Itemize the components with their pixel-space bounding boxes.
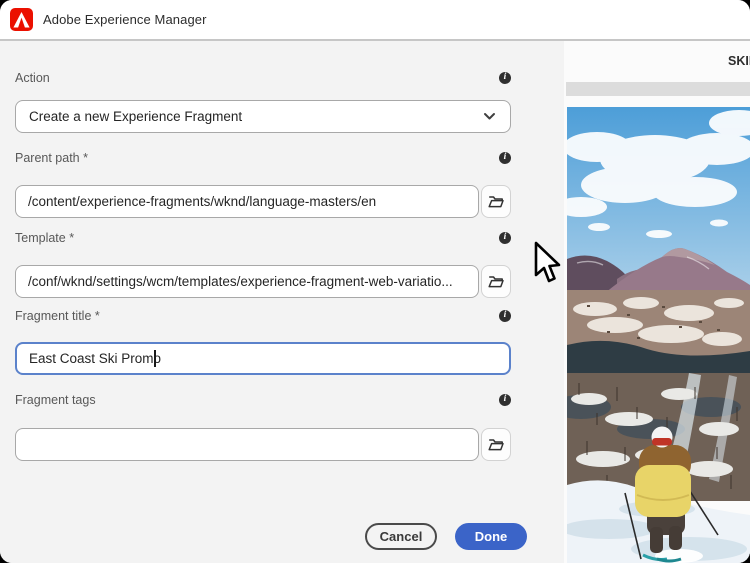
- create-fragment-dialog: Action i Create a new Experience Fragmen…: [0, 41, 564, 563]
- fragment-tags-input[interactable]: [15, 428, 479, 461]
- folder-open-icon: [488, 275, 504, 289]
- app-window: SKIING: [0, 0, 750, 563]
- text-caret: [154, 350, 156, 367]
- folder-open-icon: [488, 438, 504, 452]
- action-select-value: Create a new Experience Fragment: [29, 109, 242, 124]
- mouse-cursor: [533, 241, 561, 285]
- fragment-tags-picker-button[interactable]: [481, 428, 511, 461]
- fragment-tags-label: Fragment tags: [15, 393, 96, 407]
- action-label: Action: [15, 71, 50, 85]
- info-icon[interactable]: i: [499, 310, 511, 322]
- template-input[interactable]: [15, 265, 479, 298]
- chevron-down-icon: [483, 112, 496, 121]
- folder-open-icon: [488, 195, 504, 209]
- page-heading: SKIING: [728, 54, 750, 68]
- template-picker-button[interactable]: [481, 265, 511, 298]
- ski-scene-illustration: [567, 107, 750, 563]
- fragment-title-input[interactable]: [15, 342, 511, 375]
- ski-hero-photo: [567, 107, 750, 563]
- app-title: Adobe Experience Manager: [43, 12, 207, 27]
- fragment-title-label: Fragment title *: [15, 309, 100, 323]
- parent-path-picker-button[interactable]: [481, 185, 511, 218]
- info-icon[interactable]: i: [499, 152, 511, 164]
- action-select[interactable]: Create a new Experience Fragment: [15, 100, 511, 133]
- background-page: SKIING: [564, 41, 750, 563]
- top-bar: Adobe Experience Manager: [0, 0, 750, 41]
- parent-path-input[interactable]: [15, 185, 479, 218]
- parent-path-label: Parent path *: [15, 151, 88, 165]
- adobe-logo-icon: [10, 8, 33, 31]
- done-button[interactable]: Done: [455, 523, 527, 550]
- info-icon[interactable]: i: [499, 72, 511, 84]
- cancel-button[interactable]: Cancel: [365, 523, 437, 550]
- page-divider-strip: [566, 82, 750, 96]
- info-icon[interactable]: i: [499, 394, 511, 406]
- info-icon[interactable]: i: [499, 232, 511, 244]
- template-label: Template *: [15, 231, 74, 245]
